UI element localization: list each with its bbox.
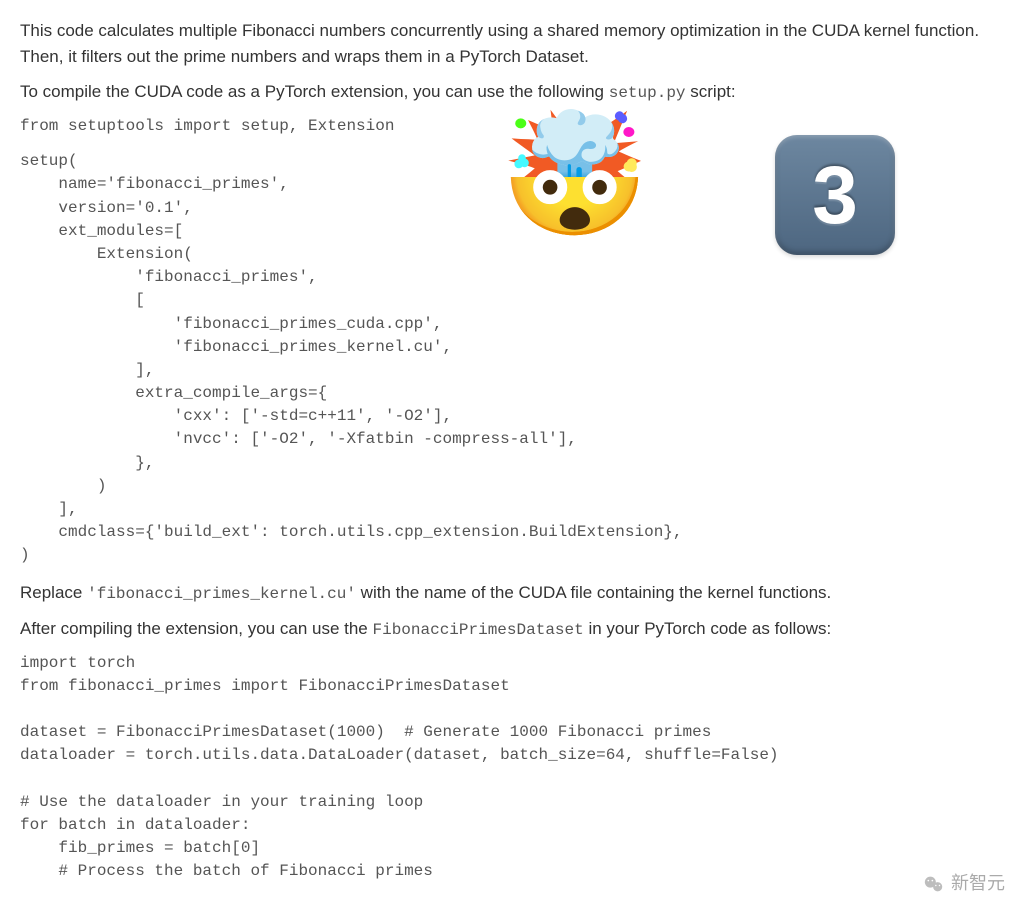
usage-paragraph: After compiling the extension, you can u… [20, 616, 1003, 642]
p2-post: script: [686, 82, 736, 101]
inline-code-setup-py: setup.py [609, 84, 686, 102]
code-import-line: from setuptools import setup, Extension [20, 115, 1003, 138]
source-watermark: 新智元 [923, 870, 1005, 897]
code-usage-block: import torch from fibonacci_primes impor… [20, 652, 1003, 884]
wechat-icon [923, 873, 945, 895]
p2-pre: To compile the CUDA code as a PyTorch ex… [20, 82, 609, 101]
intro-paragraph-1: This code calculates multiple Fibonacci … [20, 18, 1003, 69]
replace-paragraph: Replace 'fibonacci_primes_kernel.cu' wit… [20, 580, 1003, 606]
p4-pre: After compiling the extension, you can u… [20, 619, 372, 638]
code-setup-block: setup( name='fibonacci_primes', version=… [20, 150, 1003, 567]
inline-code-dataset-class: FibonacciPrimesDataset [372, 621, 583, 639]
watermark-text: 新智元 [951, 870, 1005, 897]
p4-post: in your PyTorch code as follows: [584, 619, 832, 638]
p3-post: with the name of the CUDA file containin… [356, 583, 831, 602]
inline-code-kernel-file: 'fibonacci_primes_kernel.cu' [87, 585, 356, 603]
p3-pre: Replace [20, 583, 87, 602]
intro-paragraph-2: To compile the CUDA code as a PyTorch ex… [20, 79, 1003, 105]
